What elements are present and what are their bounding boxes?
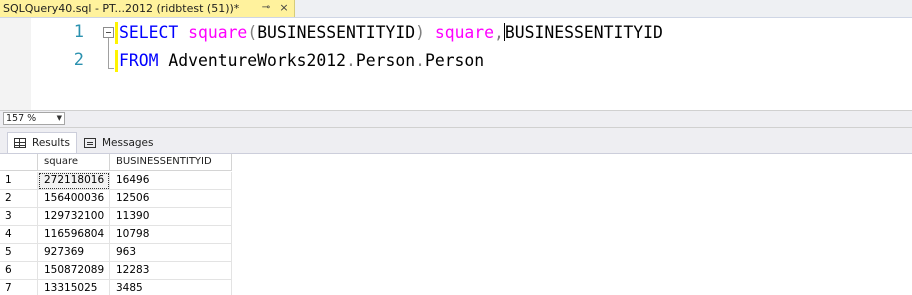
tab-messages[interactable]: Messages xyxy=(78,132,160,153)
row-number[interactable]: 7 xyxy=(0,280,38,295)
row-number[interactable]: 5 xyxy=(0,244,38,262)
row-number[interactable]: 1 xyxy=(0,172,38,190)
database-name: AdventureWorks2012 xyxy=(168,51,346,70)
table-row[interactable]: 6 150872089 12283 xyxy=(0,262,232,280)
row-number-header[interactable] xyxy=(0,154,38,171)
outline-guide-end xyxy=(108,68,114,69)
column-header-businessentityid[interactable]: BUSINESSENTITYID xyxy=(110,154,232,171)
column-alias: square xyxy=(434,23,495,42)
zoom-dropdown[interactable]: 157 % ▼ xyxy=(3,112,65,125)
second-column: BUSINESSENTITYID xyxy=(504,23,663,42)
close-icon[interactable]: × xyxy=(277,1,291,15)
column-header-square[interactable]: square xyxy=(38,154,110,171)
square-cell[interactable]: 156400036 xyxy=(38,190,110,208)
table-row[interactable]: 4 116596804 10798 xyxy=(0,226,232,244)
chevron-down-icon: ▼ xyxy=(56,114,62,122)
businessentityid-cell[interactable]: 11390 xyxy=(110,208,232,226)
row-number[interactable]: 2 xyxy=(0,190,38,208)
query-editor[interactable]: 1 2 SELECT square(BUSINESSENTITYID) squa… xyxy=(0,18,912,110)
table-row[interactable]: 1 272118016 16496 xyxy=(0,172,232,190)
businessentityid-cell[interactable]: 3485 xyxy=(110,280,232,295)
grid-header-row: square BUSINESSENTITYID xyxy=(0,154,232,171)
table-row[interactable]: 2 156400036 12506 xyxy=(0,190,232,208)
tab-results-label: Results xyxy=(32,137,70,149)
row-number[interactable]: 3 xyxy=(0,208,38,226)
zoom-value: 157 % xyxy=(6,113,37,124)
row-number[interactable]: 4 xyxy=(0,226,38,244)
document-tab-title: SQLQuery40.sql - PT...2012 (ridbtest (51… xyxy=(3,2,240,15)
change-marker-line-2 xyxy=(115,50,118,72)
dot-separator: . xyxy=(415,51,425,70)
row-number[interactable]: 6 xyxy=(0,262,38,280)
square-function: square xyxy=(188,23,248,42)
messages-icon xyxy=(84,137,96,148)
tab-results[interactable]: Results xyxy=(7,132,77,153)
table-row[interactable]: 3 129732100 11390 xyxy=(0,208,232,226)
function-argument: BUSINESSENTITYID xyxy=(257,23,416,42)
businessentityid-cell[interactable]: 12283 xyxy=(110,262,232,280)
change-marker-line-1 xyxy=(115,22,118,44)
document-tab-strip: SQLQuery40.sql - PT...2012 (ridbtest (51… xyxy=(0,0,912,18)
square-cell[interactable]: 13315025 xyxy=(38,280,110,295)
grid-icon xyxy=(14,138,26,148)
outline-guide xyxy=(108,38,109,68)
square-cell[interactable]: 150872089 xyxy=(38,262,110,280)
schema-name: Person xyxy=(355,51,416,70)
table-row[interactable]: 7 13315025 3485 xyxy=(0,280,232,295)
table-row[interactable]: 5 927369 963 xyxy=(0,244,232,262)
businessentityid-cell[interactable]: 12506 xyxy=(110,190,232,208)
close-paren: ) xyxy=(415,23,425,42)
open-paren: ( xyxy=(247,23,258,42)
square-cell[interactable]: 272118016 xyxy=(38,172,110,190)
line-number-1: 1 xyxy=(73,22,84,42)
results-grid[interactable]: square BUSINESSENTITYID 1 272118016 1649… xyxy=(0,154,912,295)
results-tab-strip: Results Messages xyxy=(0,128,912,154)
dot-separator: . xyxy=(345,51,356,70)
businessentityid-cell[interactable]: 16496 xyxy=(110,172,232,190)
tab-messages-label: Messages xyxy=(102,136,154,149)
square-cell[interactable]: 927369 xyxy=(38,244,110,262)
line-number-2: 2 xyxy=(73,50,84,70)
square-cell[interactable]: 116596804 xyxy=(38,226,110,244)
from-keyword: FROM xyxy=(119,51,159,70)
query-document-tab[interactable]: SQLQuery40.sql - PT...2012 (ridbtest (51… xyxy=(0,0,295,17)
code-line-1[interactable]: SELECT square(BUSINESSENTITYID) square,B… xyxy=(119,23,663,43)
select-keyword: SELECT xyxy=(119,23,179,42)
collapse-region-icon[interactable] xyxy=(103,27,114,38)
code-line-2[interactable]: FROM AdventureWorks2012.Person.Person xyxy=(119,51,484,71)
comma: , xyxy=(494,23,504,42)
square-cell[interactable]: 129732100 xyxy=(38,208,110,226)
businessentityid-cell[interactable]: 10798 xyxy=(110,226,232,244)
businessentityid-cell[interactable]: 963 xyxy=(110,244,232,262)
table-name: Person xyxy=(424,51,485,70)
editor-zoom-bar: 157 % ▼ xyxy=(0,110,912,128)
pin-icon[interactable]: ⊸ xyxy=(259,1,273,15)
